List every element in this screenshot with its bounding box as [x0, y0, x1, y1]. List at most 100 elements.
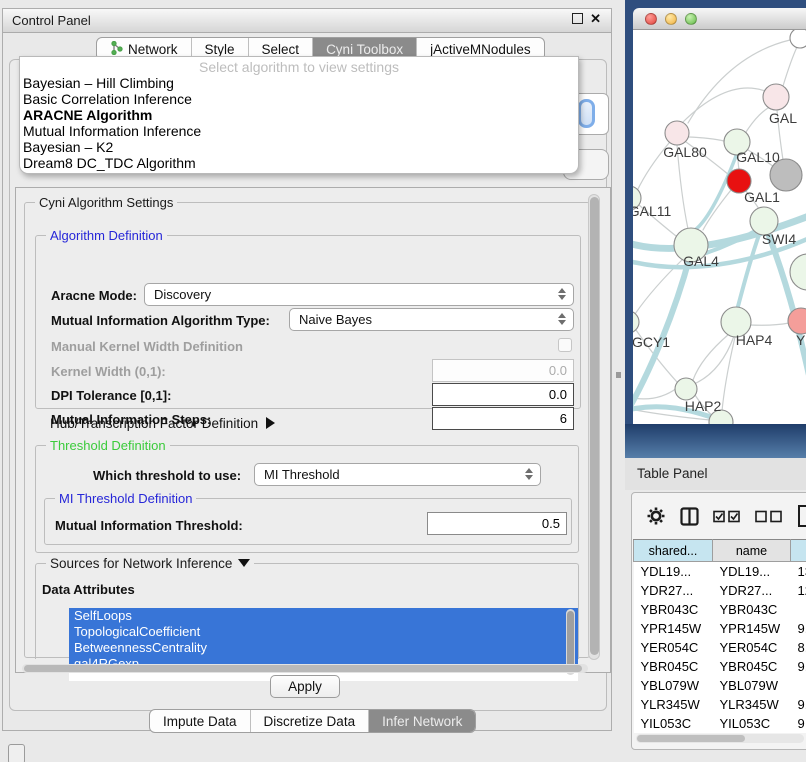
algorithm-option[interactable]: Bayesian – Hill Climbing — [20, 75, 578, 91]
table-row[interactable]: YBR043CYBR043C — [634, 600, 806, 619]
network-edge[interactable] — [694, 336, 734, 384]
panel-resize-handle[interactable] — [616, 372, 621, 378]
tab-discretize-data[interactable]: Discretize Data — [251, 710, 370, 732]
close-icon[interactable]: ✕ — [590, 13, 601, 24]
docked-panel-icon[interactable] — [8, 744, 25, 762]
select-all-checkboxes-icon[interactable] — [713, 510, 741, 523]
float-panel-icon[interactable] — [572, 13, 583, 24]
algorithm-option[interactable]: Dream8 DC_TDC Algorithm — [20, 155, 578, 171]
mi-steps-field[interactable] — [432, 407, 574, 430]
network-node-gal80[interactable] — [665, 121, 689, 145]
table-cell: YDR27... — [713, 581, 791, 600]
network-node-hap2[interactable] — [675, 378, 697, 400]
split-column-icon[interactable] — [680, 507, 699, 526]
which-threshold-combo[interactable]: MI Threshold — [254, 463, 541, 486]
network-canvas[interactable]: GALGAL80GAL10GAL1GAL11SWI4GAL4GCY1HAP4YH… — [633, 30, 806, 424]
network-edge[interactable] — [737, 232, 760, 310]
network-node-gcy1[interactable] — [633, 311, 639, 333]
hub-definition-label: Hub/Transcription Factor Definition — [50, 416, 258, 431]
algorithm-option[interactable]: Bayesian – K2 — [20, 139, 578, 155]
algorithm-option[interactable]: ARACNE Algorithm — [20, 107, 578, 123]
which-threshold-label: Which threshold to use: — [93, 468, 241, 483]
algorithm-definition-group: Algorithm Definition Aracne Mode: Discov… — [35, 235, 581, 409]
mi-algorithm-type-value: Naive Bayes — [299, 312, 372, 327]
network-edge[interactable] — [695, 156, 736, 230]
combo-stepper-focus[interactable] — [578, 99, 595, 128]
table-cell: YBL079W — [634, 676, 713, 695]
table-cell: 9 — [791, 714, 806, 733]
network-graph: GALGAL80GAL10GAL1GAL11SWI4GAL4GCY1HAP4YH… — [633, 30, 806, 424]
algorithm-definition-title: Algorithm Definition — [46, 228, 167, 243]
aracne-mode-label: Aracne Mode: — [51, 288, 137, 303]
table-cell: YER054C — [634, 638, 713, 657]
attribute-item[interactable]: TopologicalCoefficient — [69, 624, 578, 640]
table-cell: YPR145W — [713, 619, 791, 638]
node-label-gal2: GAL — [769, 110, 797, 126]
attribute-item[interactable]: SelfLoops — [69, 608, 578, 624]
node-label-hap4: HAP4 — [736, 332, 773, 348]
minimize-traffic-light[interactable] — [665, 13, 677, 25]
cyni-algorithm-settings-group: Cyni Algorithm Settings Algorithm Defini… — [24, 202, 590, 658]
column-header-A[interactable]: A — [791, 540, 806, 562]
dpi-tolerance-field[interactable] — [432, 383, 574, 406]
control-panel-title: Control Panel — [12, 13, 91, 28]
network-edge[interactable] — [683, 88, 765, 122]
tab-infer-network[interactable]: Infer Network — [369, 710, 475, 732]
settings-gear-icon[interactable] — [646, 506, 666, 526]
data-attributes-label: Data Attributes — [42, 582, 135, 597]
column-header-name[interactable]: name — [713, 540, 791, 562]
mi-threshold-field[interactable] — [427, 512, 567, 535]
close-traffic-light[interactable] — [645, 13, 657, 25]
manual-kernel-width-checkbox[interactable] — [558, 338, 572, 352]
algorithm-option[interactable]: Basic Correlation Inference — [20, 91, 578, 107]
node-label-gal1: GAL1 — [744, 189, 780, 205]
table-cell: YPR145W — [634, 619, 713, 638]
network-view-window: GALGAL80GAL10GAL1GAL11SWI4GAL4GCY1HAP4YH… — [625, 0, 806, 458]
node-attribute-table: shared...nameA YDL19...YDL19...13YDR27..… — [633, 539, 806, 733]
file-icon[interactable] — [797, 504, 806, 528]
network-edge[interactable] — [689, 137, 724, 141]
tab-impute-data[interactable]: Impute Data — [150, 710, 251, 732]
deselect-all-checkboxes-icon[interactable] — [755, 510, 783, 523]
mi-threshold-definition-group: MI Threshold Definition Mutual Informati… — [44, 498, 572, 545]
network-edge[interactable] — [783, 47, 797, 86]
table-row[interactable]: YER054CYER054C8. — [634, 638, 806, 657]
zoom-traffic-light[interactable] — [685, 13, 697, 25]
column-header-shared[interactable]: shared... — [634, 540, 713, 562]
table-cell: 9. — [791, 619, 806, 638]
kernel-width-label: Kernel Width (0,1): — [51, 364, 166, 379]
algorithm-option[interactable]: Mutual Information Inference — [20, 123, 578, 139]
table-row[interactable]: YPR145WYPR145W9. — [634, 619, 806, 638]
mi-algorithm-type-label: Mutual Information Algorithm Type: — [51, 313, 270, 328]
node-label-gal4: GAL4 — [683, 253, 719, 269]
table-row[interactable]: YBL079WYBL079W — [634, 676, 806, 695]
table-row[interactable]: YDR27...YDR27...12 — [634, 581, 806, 600]
mi-algorithm-type-combo[interactable]: Naive Bayes — [289, 308, 574, 331]
network-edge[interactable] — [750, 323, 789, 325]
attribute-item[interactable]: BetweennessCentrality — [69, 640, 578, 656]
aracne-mode-combo[interactable]: Discovery — [144, 283, 574, 306]
table-row[interactable]: YDL19...YDL19...13 — [634, 562, 806, 581]
sources-collapse-arrow-icon[interactable] — [238, 559, 250, 567]
hub-definition-toggle[interactable]: Hub/Transcription Factor Definition — [50, 416, 275, 431]
network-node-top-partial[interactable] — [790, 30, 806, 48]
table-row[interactable]: YBR045CYBR045C9. — [634, 657, 806, 676]
tab-label: Impute Data — [163, 714, 237, 729]
settings-vertical-scrollbar[interactable] — [588, 194, 600, 660]
kernel-width-field[interactable] — [432, 359, 574, 382]
sources-toggle[interactable]: Sources for Network Inference — [46, 556, 254, 571]
table-row[interactable]: YLR345WYLR345W9. — [634, 695, 806, 714]
network-node-gal2[interactable] — [763, 84, 789, 110]
network-node-big-green[interactable] — [790, 254, 806, 290]
cyni-bottom-tabbar: Impute Data Discretize DataInfer Network — [149, 709, 476, 733]
apply-button[interactable]: Apply — [270, 675, 340, 698]
table-horizontal-scrollbar[interactable] — [636, 734, 804, 743]
table-row[interactable]: YIL053CYIL053C9 — [634, 714, 806, 733]
table-toolbar — [632, 493, 806, 539]
settings-horizontal-scrollbar[interactable] — [22, 664, 588, 673]
hub-expand-arrow-icon[interactable] — [266, 417, 275, 429]
network-edge[interactable] — [746, 108, 768, 132]
table-cell: YBR045C — [634, 657, 713, 676]
table-cell: 9. — [791, 695, 806, 714]
algorithm-dropdown-hint: Select algorithm to view settings — [20, 59, 578, 75]
